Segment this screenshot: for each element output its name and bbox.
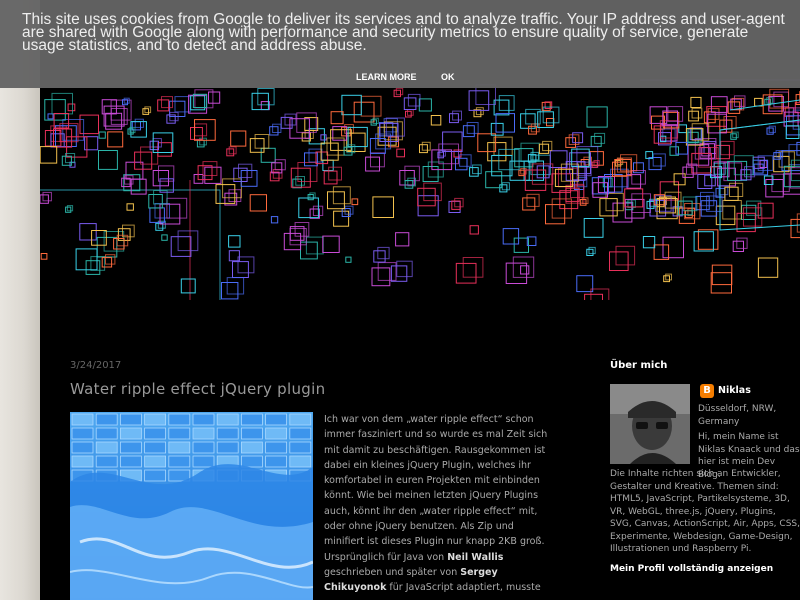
water-ripple-image [70,412,313,600]
profile-description: Die Inhalte richten sich an Entwickler, … [610,469,800,554]
post-title[interactable]: Water ripple effect jQuery plugin [70,380,325,398]
cookie-message: This site uses cookies from Google to de… [22,11,785,54]
post-image[interactable] [70,412,313,600]
sidebar-about-title: Über mich [610,360,668,371]
avatar [610,384,690,464]
post-body-text-2: geschrieben und später von [324,566,461,578]
profile-photo[interactable] [610,384,690,464]
ok-button[interactable]: OK [441,72,455,82]
cookie-actions: LEARN MORE OK [356,67,474,85]
blogger-icon[interactable]: B [700,384,714,398]
blog-page: 3/24/2017 Water ripple effect jQuery plu… [40,0,800,600]
cookie-consent-banner: This site uses cookies from Google to de… [0,0,800,88]
post-date: 3/24/2017 [70,360,122,371]
profile-location: Düsseldorf, NRW, Germany [698,404,777,427]
author-link-neil-wallis[interactable]: Neil Wallis [447,552,503,563]
profile-name-link[interactable]: Niklas [718,385,751,396]
view-full-profile-link[interactable]: Mein Profil vollständig anzeigen [610,564,773,574]
post-body-text-3: für JavaScript adaptiert, musste [386,582,541,594]
post-body: Ich war von dem „water ripple effect“ sc… [324,412,549,596]
post-body-text-1: Ich war von dem „water ripple effect“ sc… [324,414,548,563]
learn-more-button[interactable]: LEARN MORE [356,72,417,82]
page-background [0,0,40,600]
main-content: 3/24/2017 Water ripple effect jQuery plu… [40,300,800,600]
